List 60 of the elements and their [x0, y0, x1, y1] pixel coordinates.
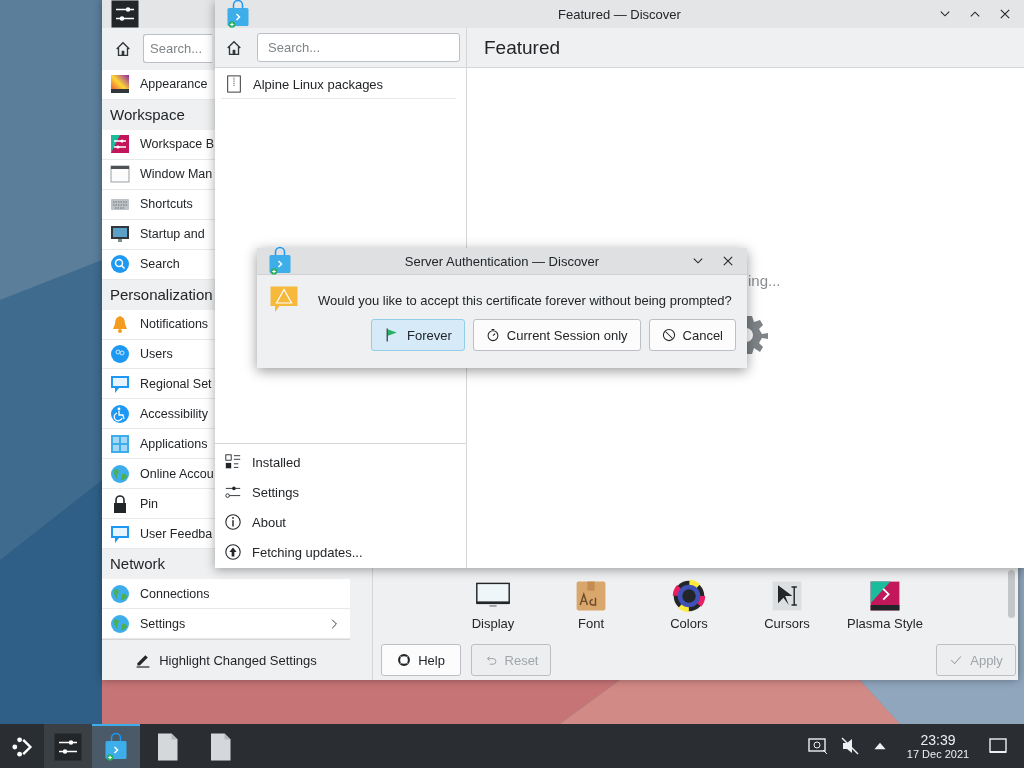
speech-bubble-icon	[110, 373, 130, 394]
page-title: Featured	[483, 36, 561, 59]
close-icon	[999, 8, 1011, 20]
dialog-button[interactable]: Forever	[371, 319, 465, 351]
section-header: Personalization	[110, 285, 213, 303]
arrow-up-circle-icon	[224, 543, 242, 561]
grid-icon	[110, 433, 130, 454]
users-icon	[110, 344, 130, 364]
loading-text: ing...	[748, 272, 781, 289]
speaker-muted-icon	[840, 736, 860, 756]
nav-item[interactable]: About	[215, 507, 466, 537]
dialog-title: Server Authentication — Discover	[404, 253, 600, 269]
speech-bubble-icon	[110, 523, 130, 544]
dialog-button[interactable]: Cancel	[648, 319, 736, 351]
desktop-icon	[988, 736, 1008, 756]
clock-time[interactable]: 23:39	[920, 732, 956, 748]
list-icon	[224, 453, 242, 471]
color-swatch-icon	[110, 74, 130, 95]
nav-item[interactable]: Settings	[215, 477, 466, 507]
home-icon	[225, 38, 243, 57]
globe-icon	[110, 613, 130, 634]
sliders-icon	[53, 732, 83, 762]
launcher-icon	[10, 735, 34, 759]
clock-date[interactable]: 17 Dec 2021	[906, 748, 970, 760]
accessibility-icon	[110, 403, 130, 424]
settings-module-label[interactable]: Display	[471, 616, 515, 631]
archive-icon	[225, 75, 243, 93]
nav-item[interactable]: Installed	[215, 447, 466, 477]
source-item[interactable]: Alpine Linux packages	[221, 70, 456, 99]
section-header: Network	[110, 555, 165, 573]
search-field[interactable]: Search...	[257, 33, 460, 62]
dialog-action-button[interactable]: Help	[381, 644, 461, 676]
settings-module-label[interactable]: Plasma Style	[847, 616, 923, 631]
sliders-icon	[110, 0, 140, 29]
lifebuoy-icon	[397, 653, 412, 667]
search-icon	[110, 254, 130, 275]
sliders-icon	[110, 134, 130, 155]
nav-item[interactable]: Fetching updates...	[215, 537, 466, 567]
search-field[interactable]: Search...	[143, 34, 212, 64]
settings-module-label[interactable]: Cursors	[764, 616, 810, 631]
settings-module-label[interactable]: Colors	[670, 616, 708, 631]
section-header: Workspace	[110, 105, 185, 123]
info-icon	[224, 513, 242, 531]
dialog-message: Would you like to accept this certificate forever without being prompted?	[318, 292, 732, 308]
window-title: Featured — Discover	[558, 6, 681, 22]
pen-icon	[135, 652, 152, 668]
globe-icon	[110, 583, 130, 604]
bell-icon	[110, 314, 130, 335]
window-icon	[110, 164, 130, 185]
no-entry-icon	[661, 328, 676, 342]
home-icon	[114, 39, 132, 58]
timer-icon	[485, 328, 500, 342]
color-wheel-icon	[671, 578, 707, 614]
dialog-button[interactable]: Current Session only	[472, 319, 641, 351]
close-icon	[722, 255, 734, 267]
globe-icon	[110, 463, 130, 484]
task-button[interactable]	[44, 724, 92, 768]
settings-module-label[interactable]: Font	[578, 616, 604, 631]
monitor-icon	[110, 224, 130, 245]
check-icon	[949, 653, 964, 667]
